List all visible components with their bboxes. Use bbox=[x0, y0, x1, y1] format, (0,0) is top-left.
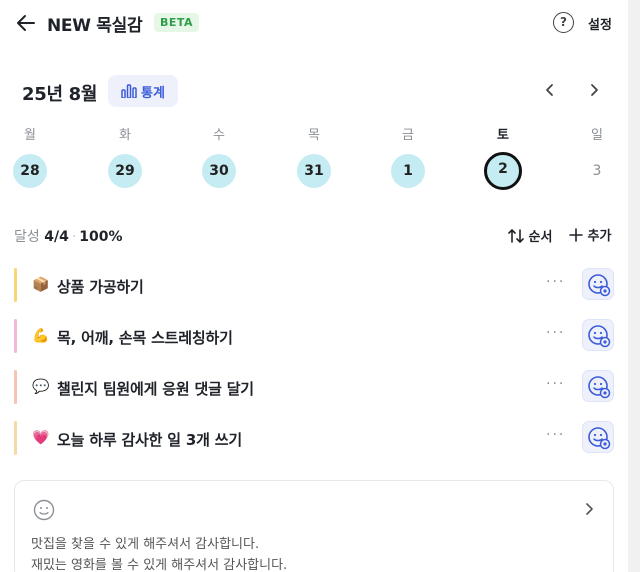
date-cell[interactable]: 30 bbox=[202, 154, 236, 188]
reaction-button[interactable] bbox=[582, 268, 614, 300]
reaction-button[interactable] bbox=[582, 370, 614, 402]
flexed-biceps-icon: 💪 bbox=[32, 328, 50, 344]
weekday-row: 월 화 수 목 금 토 일 bbox=[0, 124, 628, 144]
sort-button[interactable]: 순서 bbox=[508, 226, 552, 245]
date-cell[interactable]: 31 bbox=[297, 154, 331, 188]
speech-bubble-icon: 💬 bbox=[32, 379, 50, 395]
package-icon: 📦 bbox=[32, 277, 50, 293]
note-text-line: 맛집을 찾을 수 있게 해주셔서 감사합니다. bbox=[31, 537, 260, 552]
reaction-button[interactable] bbox=[582, 421, 614, 453]
achievement-percent: 100% bbox=[79, 229, 123, 245]
add-label: 추가 bbox=[587, 229, 612, 244]
page-title: NEW 목실감 bbox=[47, 16, 143, 36]
date-cell[interactable]: 3 bbox=[580, 154, 614, 188]
weekday-label-selected: 토 bbox=[497, 128, 509, 143]
help-icon[interactable]: ? bbox=[553, 12, 574, 33]
task-item[interactable]: 💗 오늘 하루 감사한 일 3개 쓰기 ··· bbox=[14, 421, 614, 455]
month-label: 25년 8월 bbox=[22, 84, 98, 105]
sort-icon bbox=[508, 229, 524, 243]
prev-week-button[interactable] bbox=[540, 80, 560, 100]
task-color-bar bbox=[14, 268, 17, 302]
settings-button[interactable]: 설정 bbox=[588, 14, 612, 33]
note-text-line: 재밌는 영화를 볼 수 있게 해주셔서 감사합니다. bbox=[31, 558, 288, 572]
task-item[interactable]: 📦 상품 가공하기 ··· bbox=[14, 268, 614, 302]
plus-icon bbox=[569, 228, 583, 242]
smile-icon bbox=[33, 499, 55, 521]
weekday-label: 일 bbox=[591, 128, 603, 143]
more-options-icon[interactable]: ··· bbox=[546, 325, 565, 341]
top-bar: NEW 목실감 BETA ? 설정 bbox=[0, 0, 628, 46]
reaction-button[interactable] bbox=[582, 319, 614, 351]
task-color-bar bbox=[14, 421, 17, 455]
task-item[interactable]: 💪 목, 어깨, 손목 스트레칭하기 ··· bbox=[14, 319, 614, 353]
more-options-icon[interactable]: ··· bbox=[546, 274, 565, 290]
more-options-icon[interactable]: ··· bbox=[546, 427, 565, 443]
smile-add-icon bbox=[588, 376, 611, 399]
weekday-label: 월 bbox=[24, 128, 36, 143]
next-week-button[interactable] bbox=[584, 80, 604, 100]
more-options-icon[interactable]: ··· bbox=[546, 376, 565, 392]
weekday-label: 금 bbox=[402, 128, 414, 143]
weekday-label: 목 bbox=[308, 128, 320, 143]
task-label: 목, 어깨, 손목 스트레칭하기 bbox=[57, 329, 233, 347]
weekday-label: 수 bbox=[213, 128, 225, 143]
date-cell-selected[interactable]: 2 bbox=[484, 152, 522, 190]
smile-add-icon bbox=[588, 274, 611, 297]
arrow-left-icon bbox=[17, 15, 35, 31]
smile-add-icon bbox=[588, 325, 611, 348]
beta-badge: BETA bbox=[154, 13, 200, 32]
stats-label: 통계 bbox=[141, 85, 165, 101]
date-cell[interactable]: 28 bbox=[13, 154, 47, 188]
chevron-left-icon bbox=[546, 84, 553, 96]
chevron-right-icon[interactable] bbox=[579, 499, 599, 519]
achievement-label: 달성 bbox=[14, 229, 40, 245]
weekday-label: 화 bbox=[119, 128, 131, 143]
stats-button[interactable]: 통계 bbox=[108, 75, 178, 107]
achievement-summary: 달성 4/4 · 100% bbox=[14, 229, 123, 245]
date-cell[interactable]: 29 bbox=[108, 154, 142, 188]
date-row: 28 29 30 31 1 2 3 bbox=[0, 152, 628, 190]
back-button[interactable] bbox=[14, 11, 38, 35]
smile-add-icon bbox=[588, 427, 611, 450]
task-label: 챌린지 팀원에게 응원 댓글 달기 bbox=[57, 380, 254, 398]
task-label: 상품 가공하기 bbox=[57, 278, 144, 296]
sort-label: 순서 bbox=[528, 230, 553, 245]
heart-icon: 💗 bbox=[32, 430, 50, 446]
task-color-bar bbox=[14, 370, 17, 404]
chevron-right-icon bbox=[591, 84, 598, 96]
bar-chart-icon bbox=[121, 84, 137, 98]
add-button[interactable]: 추가 bbox=[569, 225, 611, 244]
gratitude-note-card[interactable]: 맛집을 찾을 수 있게 해주셔서 감사합니다. 재밌는 영화를 볼 수 있게 해… bbox=[14, 480, 614, 572]
task-color-bar bbox=[14, 319, 17, 353]
scrollbar[interactable] bbox=[628, 0, 640, 572]
achievement-count: 4/4 bbox=[44, 229, 69, 245]
task-item[interactable]: 💬 챌린지 팀원에게 응원 댓글 달기 ··· bbox=[14, 370, 614, 404]
date-cell[interactable]: 1 bbox=[391, 154, 425, 188]
task-label: 오늘 하루 감사한 일 3개 쓰기 bbox=[57, 431, 242, 449]
